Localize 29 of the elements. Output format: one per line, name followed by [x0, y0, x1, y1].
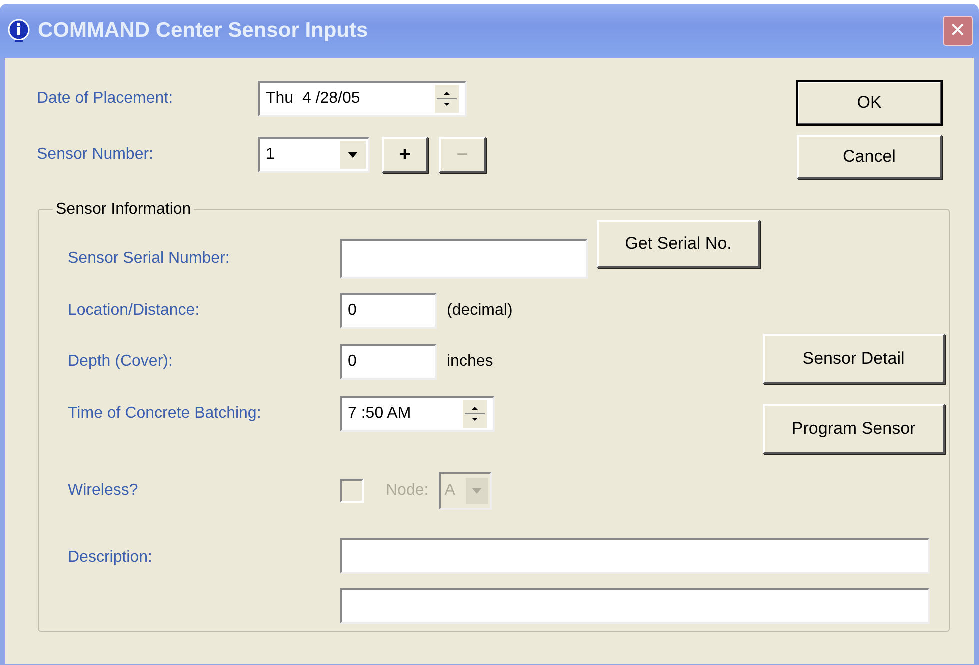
date-picker[interactable]: Thu 4 /28/05: [258, 81, 467, 117]
spinner-icon: [435, 85, 459, 113]
get-serial-button[interactable]: Get Serial No.: [597, 220, 760, 268]
field-label: Sensor Serial Number:: [68, 249, 231, 269]
cancel-button[interactable]: Cancel: [797, 135, 942, 179]
action-button[interactable]: Program Sensor: [762, 404, 945, 454]
field-label: Date of Placement:: [37, 89, 174, 109]
field-label: Description:: [68, 548, 154, 568]
spinner-icon: [463, 400, 487, 428]
field-label: Wireless?: [68, 481, 140, 501]
add-button[interactable]: +: [382, 137, 428, 173]
node-label: Node:: [386, 481, 429, 501]
action-button[interactable]: Sensor Detail: [762, 334, 945, 384]
location-field[interactable]: 0: [340, 293, 437, 329]
field-label: Depth (Cover):: [68, 352, 174, 372]
window-title: COMMAND Center Sensor Inputs: [38, 18, 370, 44]
field-label: Time of Concrete Batching:: [68, 404, 262, 424]
description-field[interactable]: [340, 538, 930, 574]
description-field[interactable]: [340, 588, 930, 624]
time-picker[interactable]: 7 :50 AM: [340, 396, 495, 432]
depth-field[interactable]: 0: [340, 344, 437, 380]
field-label: Location/Distance:: [68, 301, 201, 321]
ok-button[interactable]: OK: [797, 81, 942, 125]
unit-label: inches: [447, 352, 494, 372]
info-icon: [8, 19, 30, 43]
serial-number-field[interactable]: [340, 239, 588, 279]
unit-label: (decimal): [447, 301, 513, 321]
field-label: Sensor Number:: [37, 145, 154, 165]
sensor-number-dropdown[interactable]: 1: [258, 137, 370, 173]
